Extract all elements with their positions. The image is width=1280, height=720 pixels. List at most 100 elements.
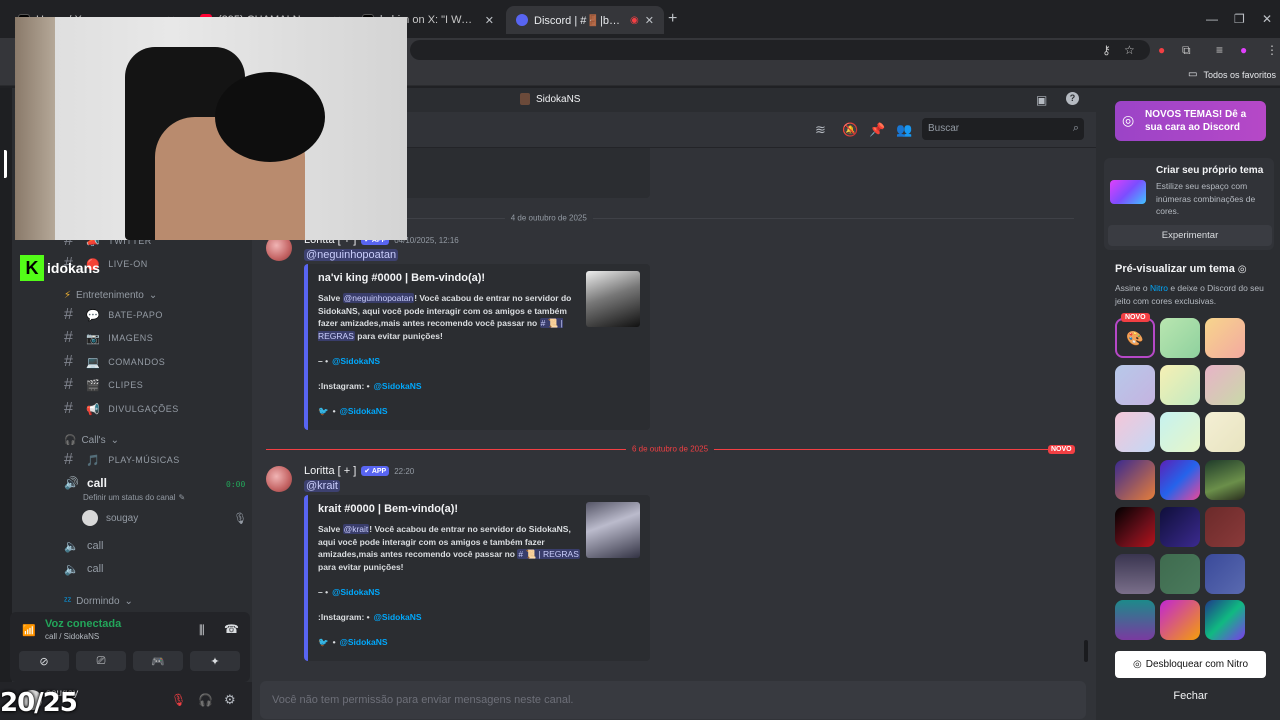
theme-swatch[interactable] xyxy=(1205,365,1245,405)
channel-clipes[interactable]: # 🎬 CLIPES xyxy=(64,375,143,395)
category-dormindo[interactable]: ᶻᶻ Dormindo ⌄ xyxy=(64,596,133,607)
theme-swatch[interactable] xyxy=(1115,365,1155,405)
extensions-puzzle-icon[interactable]: ⧉ xyxy=(1182,43,1191,58)
kick-logo-icon: K xyxy=(20,255,44,281)
all-bookmarks-folder[interactable]: ▭ Todos os favoritos xyxy=(1188,69,1276,80)
deafen-headphones-icon[interactable]: 🎧 xyxy=(198,693,213,707)
embed-line-twitter: 🐦 • @SidokaNS xyxy=(318,406,388,417)
camera-off-icon: ⊘ xyxy=(39,655,49,668)
activities-button[interactable]: 🎮 xyxy=(133,651,183,671)
theme-swatch[interactable] xyxy=(1205,600,1245,640)
link[interactable]: @SidokaNS xyxy=(332,356,380,366)
message-composer-disabled: Você não tem permissão para enviar mensa… xyxy=(260,681,1086,719)
pin-icon[interactable]: 📌 xyxy=(869,122,885,138)
inbox-icon[interactable]: ▣ xyxy=(1036,93,1047,107)
channel-imagens[interactable]: # 📷 IMAGENS xyxy=(64,328,153,348)
theme-swatch[interactable] xyxy=(1115,460,1155,500)
gamepad-icon: 🎮 xyxy=(151,655,165,668)
help-icon[interactable]: ? xyxy=(1066,92,1079,105)
channel-mention[interactable]: # 📜 | REGRAS xyxy=(517,549,580,559)
theme-swatch[interactable] xyxy=(1115,600,1155,640)
theme-swatch[interactable] xyxy=(1115,507,1155,547)
chat-scrollbar[interactable] xyxy=(1084,640,1088,662)
theme-swatch[interactable] xyxy=(1160,318,1200,358)
threads-icon[interactable]: ≋ xyxy=(815,122,826,138)
avatar[interactable] xyxy=(266,466,292,492)
hash-icon: # xyxy=(64,376,74,393)
theme-swatch[interactable] xyxy=(1160,600,1200,640)
close-window-icon[interactable]: ✕ xyxy=(1262,12,1272,26)
noise-suppression-icon[interactable]: ⫼ xyxy=(199,623,205,638)
theme-swatch[interactable] xyxy=(1160,460,1200,500)
voice-location[interactable]: call / SidokaNS xyxy=(45,632,99,641)
channel-bate-papo[interactable]: # 💬 BATE-PAPO xyxy=(64,305,163,325)
notifications-muted-icon[interactable]: 🔕 xyxy=(842,122,858,138)
theme-swatch[interactable] xyxy=(1160,507,1200,547)
link[interactable]: @SidokaNS xyxy=(374,381,422,391)
theme-swatch[interactable] xyxy=(1205,318,1245,358)
search-input[interactable]: Buscar ⌕ xyxy=(922,118,1084,140)
embed-title: na'vi king #0000 | Bem-vindo(a)! xyxy=(318,272,486,284)
link[interactable]: @SidokaNS xyxy=(332,587,380,597)
new-messages-separator: 6 de outubro de 2025 xyxy=(266,444,1074,454)
theme-swatch[interactable] xyxy=(1205,412,1245,452)
theme-swatch[interactable] xyxy=(1115,412,1155,452)
user-settings-gear-icon[interactable]: ⚙ xyxy=(224,692,236,708)
channel-divulgacoes[interactable]: # 📢 DIVULGAÇÕES xyxy=(64,399,179,419)
set-channel-status[interactable]: Definir um status do canal ✎ xyxy=(83,493,185,502)
try-theme-button[interactable]: Experimentar xyxy=(1108,225,1272,246)
member-list-icon[interactable]: 👥 xyxy=(896,122,912,138)
category-calls[interactable]: 🎧 Call's ⌄ xyxy=(64,435,119,446)
close-panel-button[interactable]: Fechar xyxy=(1115,690,1266,710)
theme-swatch[interactable] xyxy=(1205,507,1245,547)
extension-shield-icon[interactable]: ● xyxy=(1158,43,1165,57)
share-screen-button[interactable]: ⎚ xyxy=(76,651,126,671)
nitro-link[interactable]: Nitro xyxy=(1150,283,1168,293)
stream-counter: 20/25 xyxy=(0,688,78,718)
browser-menu-icon[interactable]: ⋮ xyxy=(1266,43,1278,57)
theme-swatch[interactable] xyxy=(1205,460,1245,500)
user-mention[interactable]: @neguinhopoatan xyxy=(304,249,399,261)
theme-swatch[interactable] xyxy=(1205,554,1245,594)
media-control-icon[interactable]: ≡ xyxy=(1216,43,1223,57)
tab-discord[interactable]: Discord | #🚪|bem-vindo | S ◉ ✕ xyxy=(506,6,664,34)
unlock-nitro-button[interactable]: ◎ Desbloquear com Nitro xyxy=(1115,651,1266,678)
theme-swatch-custom[interactable]: 🎨 xyxy=(1115,318,1155,358)
user-mention[interactable]: @krait xyxy=(342,524,370,534)
novo-badge: NOVO xyxy=(1121,313,1150,322)
mute-mic-button[interactable]: 🎙 xyxy=(171,693,186,707)
link[interactable]: @SidokaNS xyxy=(374,612,422,622)
close-tab-icon[interactable]: ✕ xyxy=(485,14,494,27)
channel-comandos[interactable]: # 💻 COMANDOS xyxy=(64,352,165,372)
theme-swatch[interactable] xyxy=(1160,554,1200,594)
maximize-icon[interactable]: ❐ xyxy=(1234,12,1245,26)
chevron-down-icon: ⌄ xyxy=(124,596,133,607)
address-bar[interactable] xyxy=(410,40,1150,60)
user-mention[interactable]: @krait xyxy=(304,480,340,492)
theme-swatch[interactable] xyxy=(1115,554,1155,594)
theme-swatch[interactable] xyxy=(1160,365,1200,405)
embed-thumbnail[interactable] xyxy=(586,502,640,558)
voice-channel-call-2[interactable]: 🔈 call xyxy=(64,539,103,553)
category-entretenimento[interactable]: ⚡ Entretenimento ⌄ xyxy=(64,290,157,301)
new-tab-button[interactable]: + xyxy=(668,10,677,28)
password-key-icon[interactable]: ⚷ xyxy=(1102,43,1111,57)
bookmark-star-icon[interactable]: ☆ xyxy=(1124,43,1135,57)
link[interactable]: @SidokaNS xyxy=(340,406,388,417)
voice-user-sougay[interactable]: sougay xyxy=(82,510,138,526)
link[interactable]: @SidokaNS xyxy=(340,637,388,648)
embed-thumbnail[interactable] xyxy=(586,271,640,327)
voice-channel-call-active[interactable]: 🔊 call xyxy=(64,476,107,490)
channel-play-musicas[interactable]: # 🎵 PLAY-MÚSICAS xyxy=(64,450,180,470)
voice-channel-call-3[interactable]: 🔈 call xyxy=(64,562,103,576)
soundboard-button[interactable]: ✦ xyxy=(190,651,240,671)
embed-line-instagram: :Instagram: • @SidokaNS xyxy=(318,381,422,391)
profile-avatar-icon[interactable]: ● xyxy=(1240,43,1247,57)
disconnect-icon[interactable]: ☎ xyxy=(224,622,239,636)
message-author[interactable]: Loritta [ + ] ✔ APP 22:20 xyxy=(304,465,414,477)
close-tab-icon[interactable]: ✕ xyxy=(645,14,654,27)
user-mention[interactable]: @neguinhopoatan xyxy=(342,293,415,303)
toggle-camera-button[interactable]: ⊘ xyxy=(19,651,69,671)
theme-swatch[interactable] xyxy=(1160,412,1200,452)
minimize-icon[interactable]: — xyxy=(1206,12,1218,26)
